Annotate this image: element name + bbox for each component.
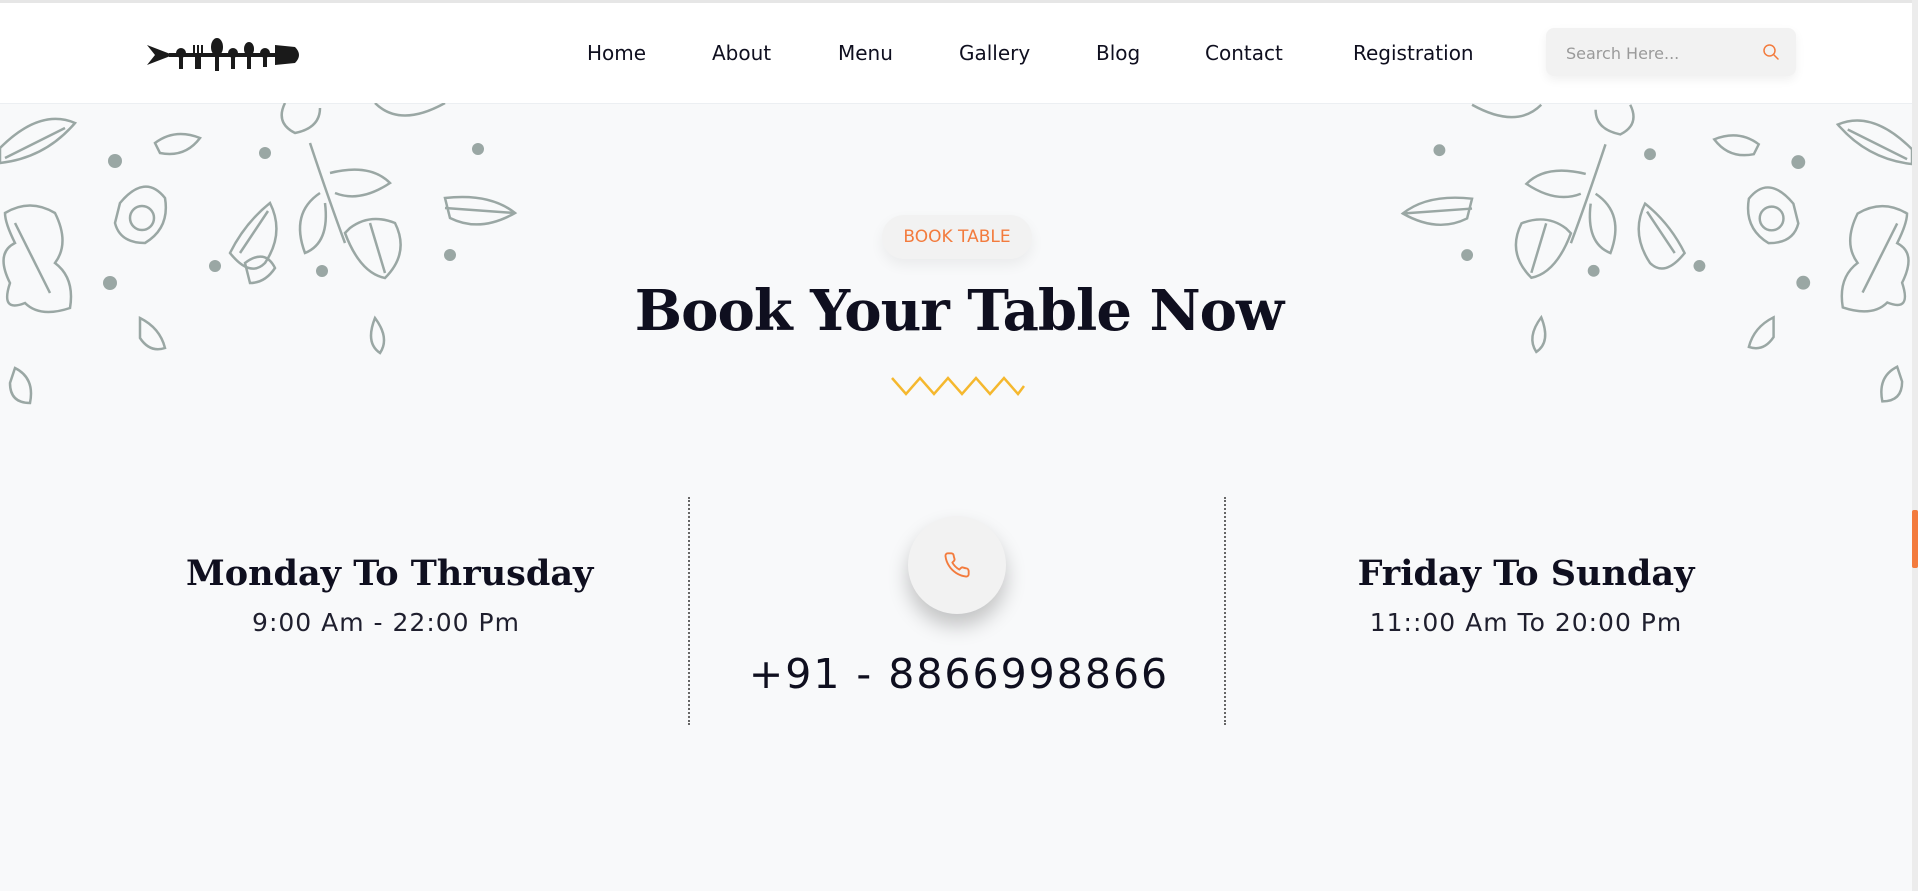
nav-menu[interactable]: Menu	[838, 41, 893, 65]
site-header: Home About Menu Gallery Blog Contact Reg…	[0, 3, 1918, 104]
nav-gallery[interactable]: Gallery	[959, 41, 1030, 65]
floral-decoration-right	[1400, 103, 1912, 403]
search-input[interactable]	[1564, 41, 1758, 65]
scrollbar-track[interactable]	[1912, 0, 1918, 891]
scrollbar-thumb[interactable]	[1912, 510, 1918, 568]
nav-about[interactable]: About	[712, 41, 771, 65]
phone-icon	[944, 552, 970, 578]
floral-decoration-left	[0, 103, 518, 405]
section-title: Book Your Table Now	[634, 278, 1284, 344]
weekend-hours: 11::00 Am To 20:00 Pm	[1369, 608, 1683, 637]
weekday-title: Monday To Thrusday	[186, 553, 594, 594]
nav-contact[interactable]: Contact	[1205, 41, 1283, 65]
phone-button[interactable]	[908, 516, 1006, 614]
search-box	[1546, 28, 1796, 76]
zigzag-divider	[891, 376, 1025, 396]
nav-registration[interactable]: Registration	[1353, 41, 1474, 65]
weekday-hours: 9:00 Am - 22:00 Pm	[252, 608, 520, 637]
weekend-title: Friday To Sunday	[1357, 553, 1695, 594]
phone-number[interactable]: +91 - 8866998866	[0, 650, 1918, 698]
nav-home[interactable]: Home	[587, 41, 646, 65]
search-icon[interactable]	[1762, 43, 1780, 61]
nav-blog[interactable]: Blog	[1096, 41, 1140, 65]
section-badge: BOOK TABLE	[882, 215, 1032, 259]
